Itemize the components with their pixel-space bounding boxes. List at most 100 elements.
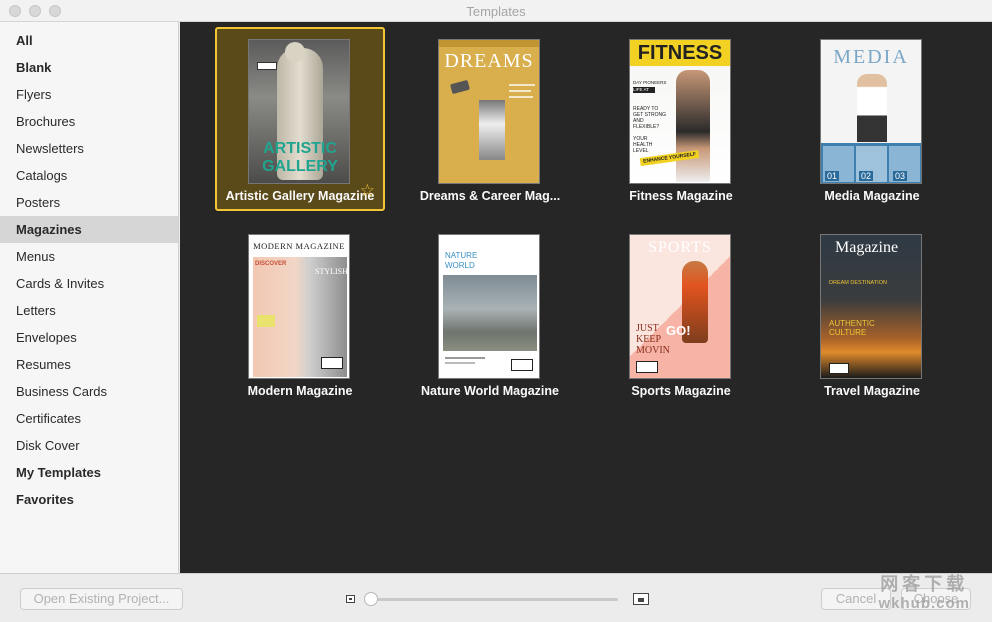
title-bar: Templates <box>0 0 992 22</box>
zoom-in-icon[interactable] <box>633 593 649 605</box>
photo-number-1: 01 <box>825 171 840 181</box>
cover-title-line2: WORLD <box>445 261 475 270</box>
cover-title: MEDIA <box>833 46 909 68</box>
template-name: Travel Magazine <box>824 384 920 398</box>
sidebar-item-envelopes[interactable]: Envelopes <box>0 324 178 351</box>
cover-header-strip <box>439 40 539 47</box>
cover-title: MODERN MAGAZINE <box>253 241 345 251</box>
template-name: Artistic Gallery Magazine <box>225 189 375 203</box>
sidebar-item-cards-invites[interactable]: Cards & Invites <box>0 270 178 297</box>
cover-text-1: JUST <box>636 323 659 334</box>
cover-title: Magazine <box>835 239 899 256</box>
sidebar-item-disk-cover[interactable]: Disk Cover <box>0 432 178 459</box>
sidebar-item-magazines[interactable]: Magazines <box>0 216 178 243</box>
landscape-image <box>443 275 537 351</box>
template-name: Sports Magazine <box>631 384 731 398</box>
template-card-travel[interactable]: Magazine DREAM DESTINATION AUTHENTIC CUL… <box>787 222 957 406</box>
template-thumbnail: SPORTS JUST KEEP MOVIN GO! <box>629 234 731 379</box>
bird-image <box>450 79 470 95</box>
zoom-slider-track[interactable] <box>370 598 618 601</box>
statue-head-image <box>285 42 305 62</box>
sidebar-item-favorites[interactable]: Favorites <box>0 486 178 513</box>
template-name: Dreams & Career Mag... <box>419 189 561 203</box>
template-card-sports[interactable]: SPORTS JUST KEEP MOVIN GO! Sports Magazi… <box>596 222 766 406</box>
sidebar-item-brochures[interactable]: Brochures <box>0 108 178 135</box>
template-name: Nature World Magazine <box>421 384 559 398</box>
template-card-dreams-career[interactable]: DREAMS Dreams & Career Mag... <box>405 27 575 211</box>
cover-left-text: DISCOVER <box>255 261 287 267</box>
zoom-out-icon[interactable] <box>346 595 355 603</box>
template-card-fitness[interactable]: FITNESS DAY PIONEERS LIFE AT READY TO GE… <box>596 27 766 211</box>
zoom-slider-knob[interactable] <box>364 592 378 606</box>
cover-title: DREAMS <box>444 50 534 72</box>
businessman-image <box>857 74 887 142</box>
template-thumbnail: ARTISTIC GALLERY <box>248 39 350 184</box>
barcode-image <box>257 62 277 70</box>
template-gallery: ARTISTIC GALLERY Artistic Gallery Magazi… <box>180 22 992 573</box>
template-thumbnail: FITNESS DAY PIONEERS LIFE AT READY TO GE… <box>629 39 731 184</box>
template-name: Media Magazine <box>824 189 920 203</box>
text-line <box>445 357 485 359</box>
cover-text-2: AUTHENTIC <box>829 319 875 328</box>
template-thumbnail: DREAMS <box>438 39 540 184</box>
athlete-image <box>676 70 710 182</box>
sidebar-item-flyers[interactable]: Flyers <box>0 81 178 108</box>
template-thumbnail: Magazine DREAM DESTINATION AUTHENTIC CUL… <box>820 234 922 379</box>
cover-title-line2: GALLERY <box>262 158 338 175</box>
favorite-star-icon[interactable]: ☆ <box>360 182 375 199</box>
barcode-image <box>321 357 343 369</box>
text-line <box>509 90 531 92</box>
cover-text-2: KEEP <box>636 334 661 345</box>
cover-title-line1: NATURE <box>445 251 478 260</box>
cover-text-1: DAY PIONEERS <box>633 80 667 85</box>
sidebar-item-my-templates[interactable]: My Templates <box>0 459 178 486</box>
puzzle-image <box>479 100 505 160</box>
sidebar-item-newsletters[interactable]: Newsletters <box>0 135 178 162</box>
sidebar-item-catalogs[interactable]: Catalogs <box>0 162 178 189</box>
sidebar-item-letters[interactable]: Letters <box>0 297 178 324</box>
template-card-nature-world[interactable]: NATURE WORLD Nature World Magazine <box>405 222 575 406</box>
choose-button[interactable]: Choose <box>901 588 971 610</box>
template-card-modern[interactable]: MODERN MAGAZINE DISCOVER STYLISH Modern … <box>215 222 385 406</box>
sidebar-item-blank[interactable]: Blank <box>0 54 178 81</box>
template-card-media[interactable]: MEDIA 01 02 03 Media Magazine <box>787 27 957 211</box>
sidebar-item-resumes[interactable]: Resumes <box>0 351 178 378</box>
text-line <box>509 96 533 98</box>
photo-number-2: 02 <box>859 171 874 181</box>
template-thumbnail: NATURE WORLD <box>438 234 540 379</box>
sidebar-item-menus[interactable]: Menus <box>0 243 178 270</box>
templates-window: Templates All Blank Flyers Brochures New… <box>0 0 992 622</box>
cover-side-text: STYLISH <box>315 267 348 276</box>
category-sidebar: All Blank Flyers Brochures Newsletters C… <box>0 22 179 573</box>
sidebar-item-posters[interactable]: Posters <box>0 189 178 216</box>
photo-number-3: 03 <box>893 171 908 181</box>
cover-text-1: DREAM DESTINATION <box>829 280 887 286</box>
template-thumbnail: MEDIA 01 02 03 <box>820 39 922 184</box>
sidebar-item-certificates[interactable]: Certificates <box>0 405 178 432</box>
text-line <box>509 84 535 86</box>
template-thumbnail: MODERN MAGAZINE DISCOVER STYLISH <box>248 234 350 379</box>
text-line <box>445 362 475 364</box>
open-existing-project-button[interactable]: Open Existing Project... <box>20 588 183 610</box>
cover-text-2: LIFE AT <box>633 87 655 93</box>
cover-text-3: MOVIN <box>636 345 670 356</box>
cover-title-line1: ARTISTIC <box>263 140 337 157</box>
cover-title: FITNESS <box>637 42 723 64</box>
barcode-image <box>636 361 658 373</box>
barcode-image <box>829 363 849 374</box>
accent-block <box>257 315 275 327</box>
sidebar-item-business-cards[interactable]: Business Cards <box>0 378 178 405</box>
cancel-button[interactable]: Cancel <box>821 588 891 610</box>
sidebar-item-all[interactable]: All <box>0 27 178 54</box>
cover-text-9: LEVEL <box>633 148 649 154</box>
template-card-artistic-gallery[interactable]: ARTISTIC GALLERY Artistic Gallery Magazi… <box>215 27 385 211</box>
cover-text-3: CULTURE <box>829 328 867 337</box>
footer-bar: Open Existing Project... Cancel Choose 网… <box>0 573 992 622</box>
cover-go-text: GO! <box>666 323 691 338</box>
cover-text-6: FLEXIBLE? <box>633 124 660 130</box>
barcode-image <box>511 359 533 371</box>
template-name: Modern Magazine <box>247 384 353 398</box>
template-name: Fitness Magazine <box>629 189 733 203</box>
cover-title: SPORTS <box>648 239 712 256</box>
window-title: Templates <box>466 4 526 19</box>
